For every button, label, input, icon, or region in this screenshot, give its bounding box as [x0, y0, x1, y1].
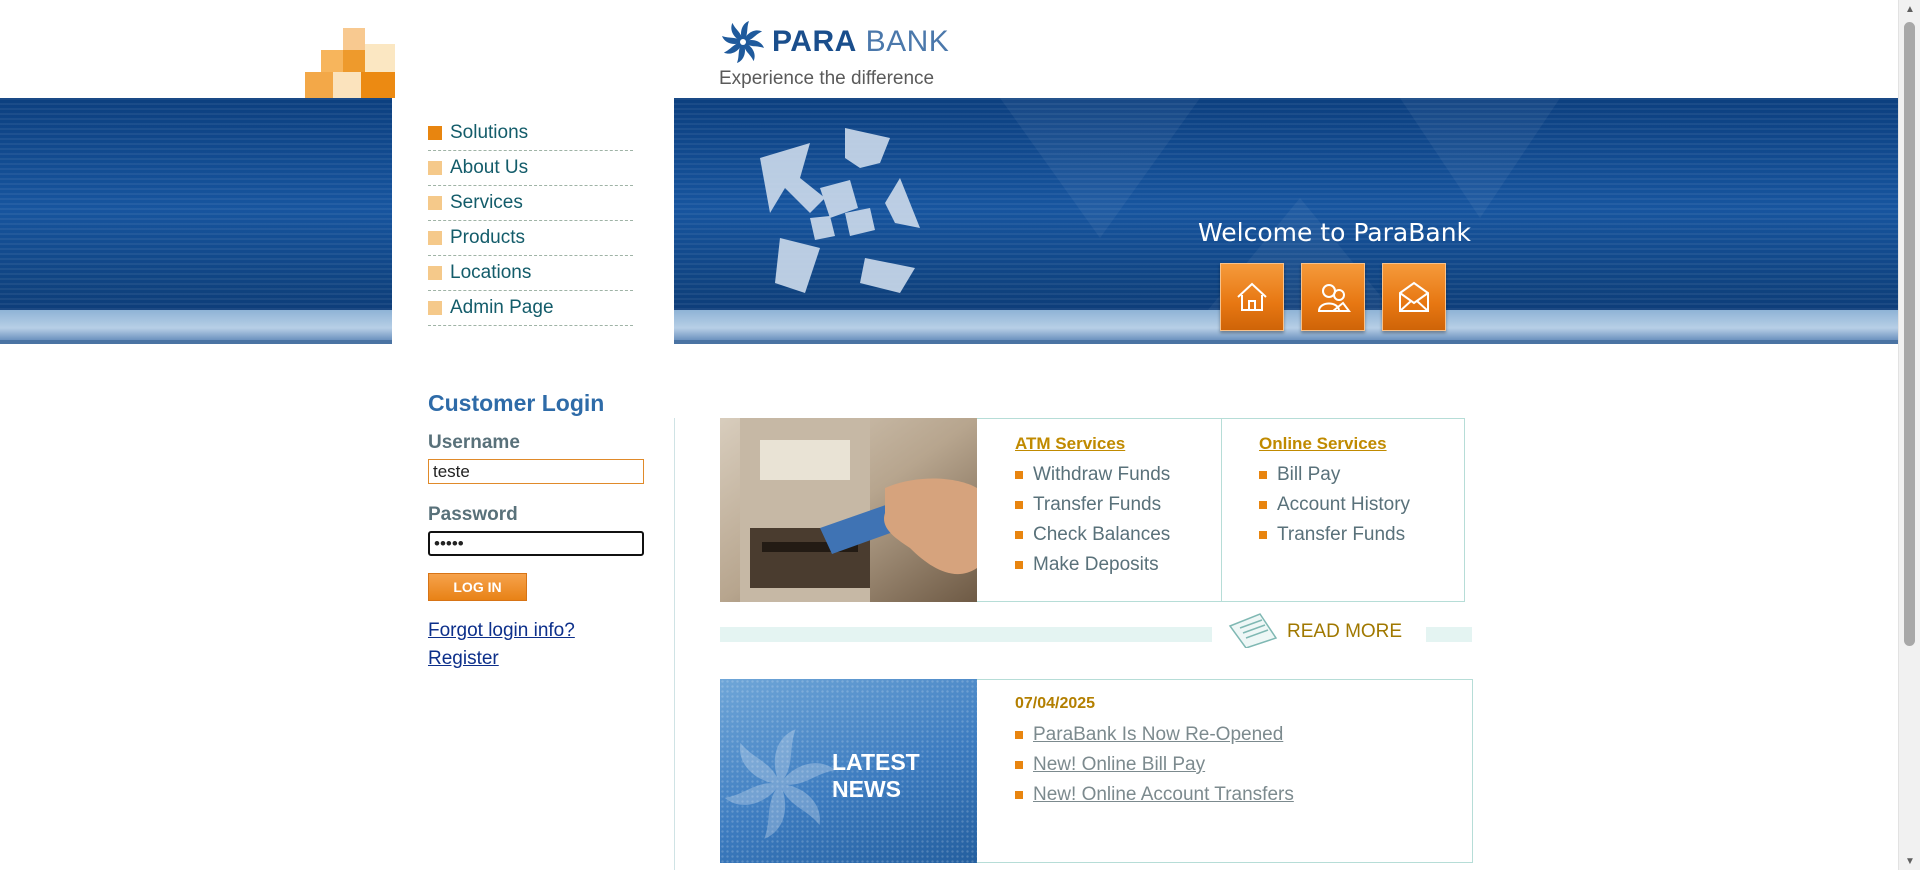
- register-link[interactable]: Register: [428, 648, 499, 670]
- bullet-icon: [1015, 501, 1023, 509]
- vertical-scrollbar[interactable]: ▲ ▼: [1898, 0, 1920, 870]
- news-date: 07/04/2025: [1015, 695, 1096, 712]
- nav-label: Admin Page: [450, 297, 554, 318]
- password-label: Password: [428, 504, 518, 525]
- news-item-label: New! Online Account Transfers: [1033, 784, 1294, 805]
- online-item-bill-pay[interactable]: Bill Pay: [1259, 460, 1410, 490]
- bullet-icon: [1259, 531, 1267, 539]
- nav-label: Services: [450, 192, 523, 213]
- home-button[interactable]: [1220, 263, 1284, 331]
- forgot-login-link[interactable]: Forgot login info?: [428, 620, 575, 642]
- nav-bullet-icon: [428, 231, 442, 245]
- customer-login-heading: Customer Login: [428, 390, 605, 416]
- decorative-squares: [305, 28, 395, 98]
- username-label: Username: [428, 432, 520, 453]
- item-label: Transfer Funds: [1277, 524, 1406, 545]
- news-item-label: New! Online Bill Pay: [1033, 754, 1206, 775]
- news-item-label: ParaBank Is Now Re-Opened: [1033, 724, 1284, 745]
- header-band-line: [0, 340, 1898, 344]
- atm-item-withdraw-funds[interactable]: Withdraw Funds: [1015, 460, 1170, 490]
- read-more-link[interactable]: READ MORE: [1287, 621, 1402, 643]
- nav-item-locations[interactable]: Locations: [428, 256, 633, 291]
- tagline: Experience the difference: [719, 68, 935, 89]
- password-input[interactable]: [428, 531, 644, 556]
- nav-bullet-icon: [428, 266, 442, 280]
- atm-services-link[interactable]: ATM Services: [1015, 434, 1170, 454]
- nav-label: Products: [450, 227, 525, 248]
- about-icon: [1317, 284, 1351, 312]
- atm-item-transfer-funds[interactable]: Transfer Funds: [1015, 490, 1170, 520]
- contact-icon: [1399, 281, 1429, 312]
- latest-news-title-line1: LATEST: [832, 749, 920, 775]
- bullet-icon: [1015, 731, 1023, 739]
- news-item-bill-pay[interactable]: New! Online Bill Pay: [1015, 750, 1294, 780]
- item-label: Withdraw Funds: [1033, 464, 1171, 485]
- document-icon: [1228, 613, 1278, 648]
- nav-label: Locations: [450, 262, 532, 283]
- news-item-account-transfers[interactable]: New! Online Account Transfers: [1015, 780, 1294, 810]
- nav-item-products[interactable]: Products: [428, 221, 633, 256]
- atm-item-make-deposits[interactable]: Make Deposits: [1015, 550, 1170, 580]
- bullet-icon: [1015, 761, 1023, 769]
- item-label: Account History: [1277, 494, 1411, 515]
- header-band: [0, 98, 1898, 344]
- home-icon: [1237, 282, 1267, 311]
- nav-bullet-icon: [428, 196, 442, 210]
- welcome-heading: Welcome to ParaBank: [1198, 218, 1472, 247]
- logo-wordmark: PARA BANK: [772, 25, 950, 58]
- bullet-icon: [1015, 531, 1023, 539]
- main-nav: Solutions About Us Services Products Loc…: [428, 116, 633, 326]
- about-button[interactable]: [1301, 263, 1365, 331]
- column-divider: [674, 418, 675, 870]
- page: PARA BANK Experience the difference Solu…: [0, 0, 1898, 870]
- atm-card-photo: [720, 418, 977, 602]
- item-label: Bill Pay: [1277, 464, 1341, 485]
- pinwheel-watermark-icon: [724, 729, 836, 839]
- nav-item-services[interactable]: Services: [428, 186, 633, 221]
- nav-item-about-us[interactable]: About Us: [428, 151, 633, 186]
- scroll-up-arrow-icon[interactable]: ▲: [1899, 0, 1920, 18]
- bullet-icon: [1015, 471, 1023, 479]
- news-list: ParaBank Is Now Re-Opened New! Online Bi…: [1015, 720, 1294, 810]
- log-in-button[interactable]: LOG IN: [428, 573, 527, 601]
- contact-button[interactable]: [1382, 263, 1446, 331]
- nav-item-solutions[interactable]: Solutions: [428, 116, 633, 151]
- latest-news-image: LATEST NEWS: [720, 679, 977, 863]
- bullet-icon: [1259, 501, 1267, 509]
- nav-bullet-icon: [428, 301, 442, 315]
- pinwheel-logo-icon: [722, 21, 764, 63]
- nav-label: Solutions: [450, 122, 529, 143]
- bullet-icon: [1015, 561, 1023, 569]
- left-nav-panel: Solutions About Us Services Products Loc…: [392, 98, 674, 370]
- header-band-highlight: [0, 310, 1898, 340]
- network-arrows-graphic: [760, 128, 920, 293]
- parabank-logo[interactable]: PARA BANK: [720, 18, 949, 66]
- bullet-icon: [1015, 791, 1023, 799]
- bullet-icon: [1259, 471, 1267, 479]
- online-item-transfer-funds[interactable]: Transfer Funds: [1259, 520, 1410, 550]
- online-services-column: Online Services Bill Pay Account History…: [1259, 434, 1410, 550]
- atm-services-column: ATM Services Withdraw Funds Transfer Fun…: [1015, 434, 1170, 580]
- atm-item-check-balances[interactable]: Check Balances: [1015, 520, 1170, 550]
- nav-label: About Us: [450, 157, 529, 178]
- scroll-down-arrow-icon[interactable]: ▼: [1899, 852, 1920, 870]
- band-pattern-graphic: [1000, 98, 1560, 344]
- services-column-divider: [1221, 419, 1222, 601]
- item-label: Make Deposits: [1033, 554, 1159, 575]
- username-input[interactable]: [428, 459, 644, 484]
- item-label: Check Balances: [1033, 524, 1171, 545]
- item-label: Transfer Funds: [1033, 494, 1162, 515]
- nav-bullet-icon: [428, 161, 442, 175]
- latest-news-title-line2: NEWS: [832, 776, 901, 802]
- latest-news-title: LATEST NEWS: [832, 749, 920, 803]
- news-item-reopened[interactable]: ParaBank Is Now Re-Opened: [1015, 720, 1294, 750]
- online-item-account-history[interactable]: Account History: [1259, 490, 1410, 520]
- scrollbar-thumb[interactable]: [1904, 22, 1915, 646]
- online-services-link[interactable]: Online Services: [1259, 434, 1410, 454]
- nav-bullet-icon: [428, 126, 442, 140]
- nav-item-admin-page[interactable]: Admin Page: [428, 291, 633, 326]
